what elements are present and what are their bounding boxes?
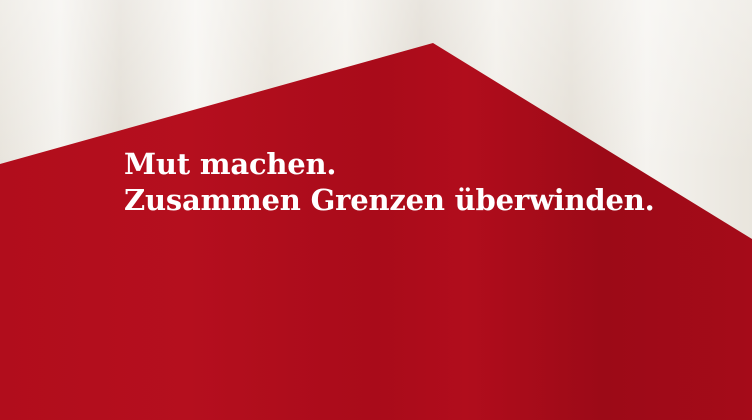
hero-banner: Mut machen. Zusammen Grenzen überwinden.: [0, 0, 752, 420]
headline-line-2: Zusammen Grenzen überwinden.: [124, 183, 655, 217]
headline-line-1: Mut machen.: [124, 147, 337, 181]
hero-headline: Mut machen. Zusammen Grenzen überwinden.: [124, 146, 655, 218]
